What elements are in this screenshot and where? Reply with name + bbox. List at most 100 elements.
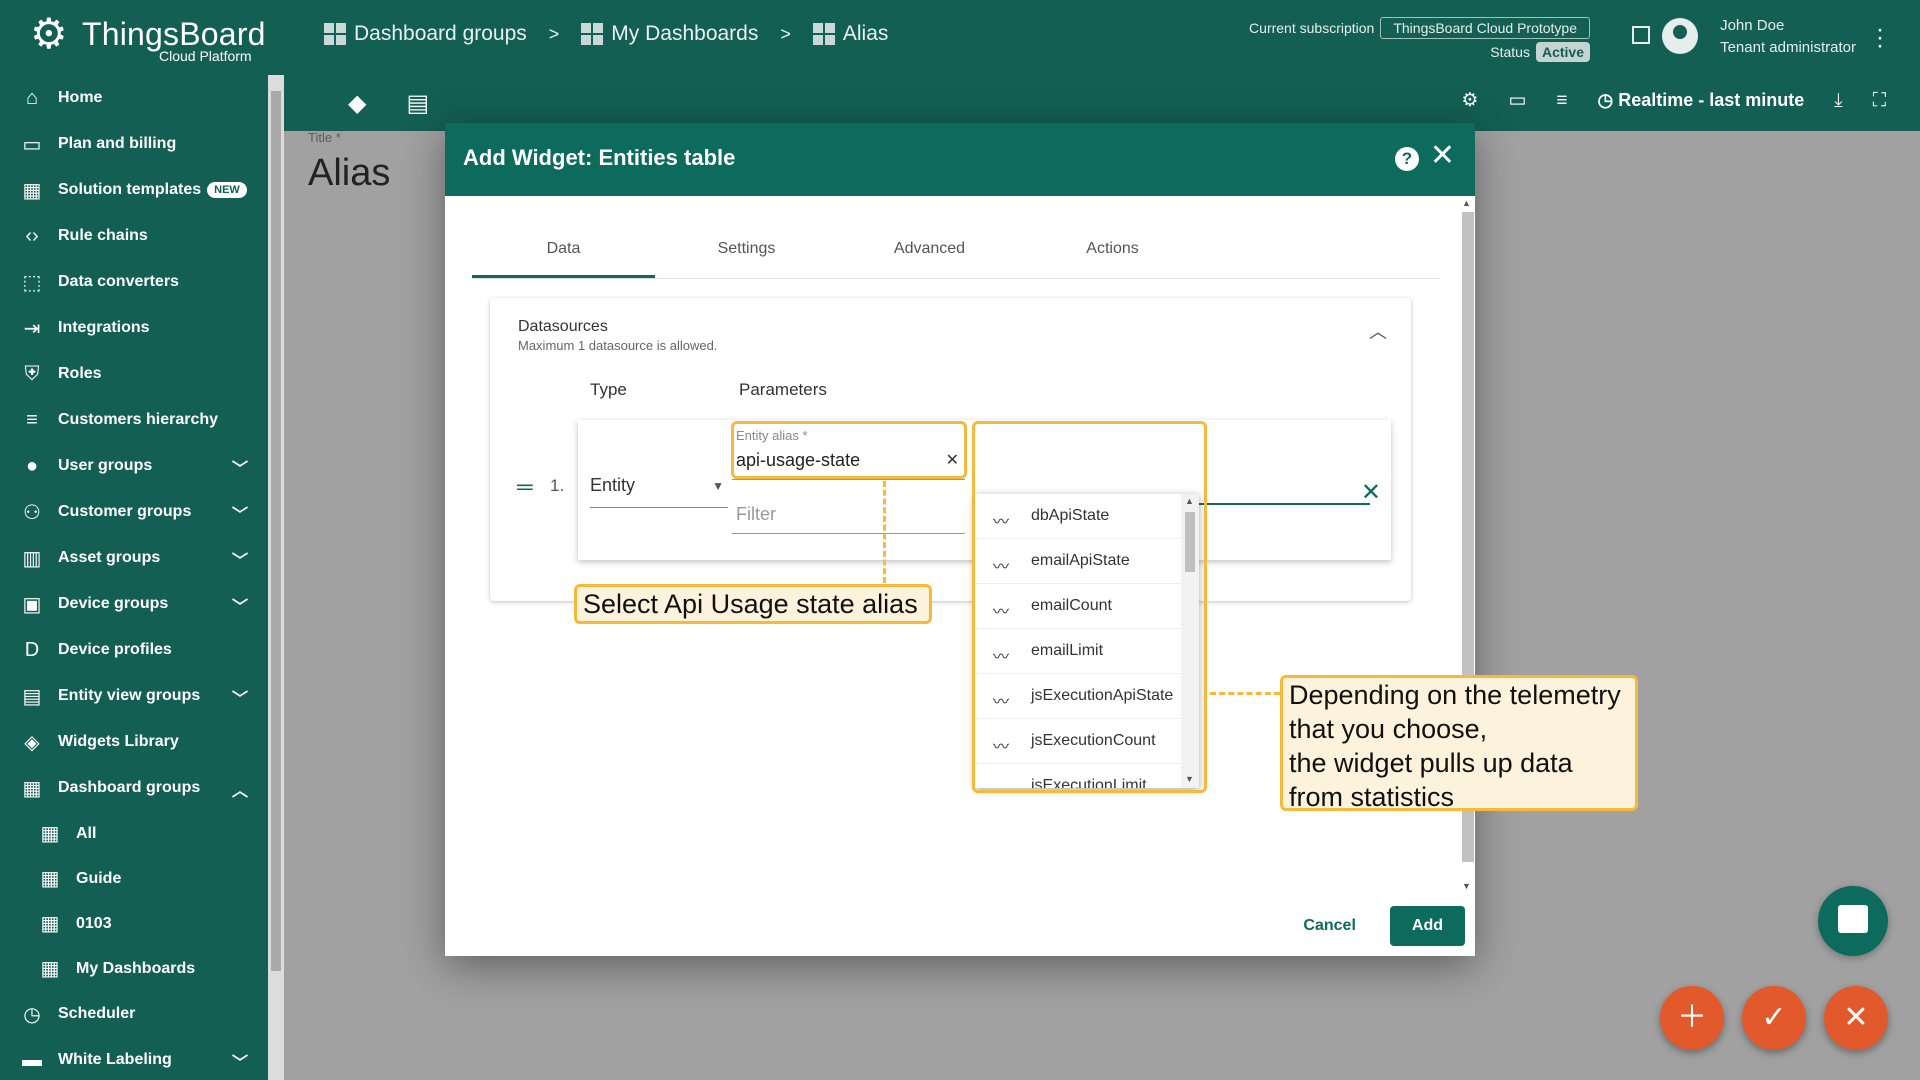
sidebar: ⌂ Home ▭ Plan and billing ▦ Solution template…: [0, 75, 268, 1080]
telemetry-callout: Depending on the telemetry that you choo…: [1280, 675, 1638, 812]
fullscreen-icon[interactable]: ⛶: [1873, 90, 1886, 112]
format-paint-icon: ▬: [22, 1048, 42, 1071]
sidebar-item-all[interactable]: ▦ All: [0, 811, 268, 856]
chevron-down-icon[interactable]: ﹀: [232, 685, 248, 709]
chevron-down-icon[interactable]: ﹀: [232, 547, 248, 571]
filter-icon[interactable]: ≡: [1556, 90, 1567, 112]
logo-subtitle: Cloud Platform: [159, 48, 252, 64]
filter-placeholder: Filter: [736, 504, 776, 524]
type-select[interactable]: Entity ▼: [590, 475, 728, 508]
sidebar-item-my-dashboards[interactable]: ▦ My Dashboards: [0, 946, 268, 991]
breadcrumb-alias: Alias: [812, 22, 888, 46]
chat-button[interactable]: [1818, 886, 1888, 956]
add-button[interactable]: Add: [1389, 906, 1465, 946]
sidebar-scrollbar[interactable]: [268, 75, 284, 1080]
dashboard-icon: [812, 23, 835, 45]
chevron-up-icon[interactable]: ︿: [1369, 318, 1387, 344]
sidebar-item-dashboard-groups[interactable]: ▦ Dashboard groups ︿: [0, 765, 268, 811]
account-icon: ●: [25, 454, 39, 477]
sidebar-item-user-groups[interactable]: ● User groups ﹀: [0, 443, 268, 489]
data-keys-input[interactable]: [1198, 503, 1370, 505]
sidebar-item-device-profiles[interactable]: D Device profiles: [0, 627, 268, 673]
chevron-down-icon[interactable]: ﹀: [232, 501, 248, 525]
user-info[interactable]: John Doe Tenant administrator: [1720, 15, 1856, 59]
sidebar-item-scheduler[interactable]: ◷ Scheduler: [0, 991, 268, 1037]
timewindow-button[interactable]: ◷ Realtime - last minute: [1598, 90, 1805, 111]
more-vert-icon[interactable]: · · ·: [1876, 18, 1884, 58]
sidebar-item-customer-groups[interactable]: ⚇ Customer groups ﹀: [0, 489, 268, 535]
breadcrumb-my-dashboards[interactable]: My Dashboards: [581, 22, 758, 46]
sidebar-item-label: Dashboard groups: [58, 779, 201, 796]
help-icon[interactable]: ?: [1395, 147, 1419, 171]
sidebar-item-white-labeling[interactable]: ▬ White Labeling ﹀: [0, 1037, 268, 1080]
cancel-fab[interactable]: ✕: [1824, 986, 1888, 1050]
layout-icon[interactable]: ▤: [406, 89, 429, 118]
dashboard-icon: [324, 23, 346, 45]
scroll-up-icon[interactable]: ▲: [1462, 198, 1471, 208]
logo[interactable]: ⚙ ThingsBoard Cloud Platform: [30, 12, 280, 65]
tab-actions[interactable]: Actions: [1021, 227, 1204, 278]
dashboard-icon: [581, 23, 604, 45]
tab-settings[interactable]: Settings: [655, 227, 838, 278]
close-icon[interactable]: ✕: [1430, 141, 1455, 171]
dashboard-icon: ▦: [40, 913, 60, 935]
datasources-title: Datasources: [518, 318, 608, 335]
sidebar-item-widgets-library[interactable]: ◈ Widgets Library: [0, 719, 268, 765]
drag-handle-icon[interactable]: ═: [517, 474, 533, 500]
row-index: 1.: [550, 476, 565, 495]
breadcrumb-separator: >: [780, 23, 791, 44]
settings-icon[interactable]: ⚙: [1461, 89, 1478, 112]
sidebar-item-label: Data converters: [58, 273, 179, 290]
apps-icon: ▦: [22, 179, 42, 202]
save-fab[interactable]: ✓: [1742, 986, 1806, 1050]
dashboard-icon: ▦: [22, 777, 42, 800]
layers-icon[interactable]: ◆: [348, 89, 366, 118]
sidebar-item-home[interactable]: ⌂ Home: [0, 75, 268, 121]
dashboard-icon: ▦: [40, 958, 60, 980]
scroll-down-icon[interactable]: ▼: [1462, 881, 1471, 891]
avatar[interactable]: [1662, 18, 1698, 54]
telemetry-callout-line: the widget pulls up data: [1289, 748, 1573, 778]
tab-advanced[interactable]: Advanced: [838, 227, 1021, 278]
sidebar-item-label: Rule chains: [58, 227, 148, 244]
sidebar-item-0103[interactable]: ▦ 0103: [0, 901, 268, 946]
breadcrumb-dashboard-groups[interactable]: Dashboard groups: [324, 22, 527, 46]
chevron-down-icon[interactable]: ﹀: [232, 593, 248, 617]
sidebar-item-asset-groups[interactable]: ▥ Asset groups ﹀: [0, 535, 268, 581]
status-label: Status: [1490, 44, 1530, 60]
alias-highlight: [731, 421, 967, 479]
sidebar-item-entity-view-groups[interactable]: ▤ Entity view groups ﹀: [0, 673, 268, 719]
sidebar-item-data-converters[interactable]: ⬚ Data converters: [0, 259, 268, 305]
download-icon[interactable]: ⤓: [1834, 90, 1842, 112]
chevron-down-icon[interactable]: ﹀: [232, 1049, 248, 1073]
sidebar-item-guide[interactable]: ▦ Guide: [0, 856, 268, 901]
sidebar-item-label: 0103: [76, 914, 112, 932]
sidebar-item-plan-and-billing[interactable]: ▭ Plan and billing: [0, 121, 268, 167]
subscription-plan[interactable]: ThingsBoard Cloud Prototype: [1380, 17, 1590, 39]
chevron-down-icon[interactable]: ﹀: [232, 455, 248, 479]
breadcrumb-separator: >: [548, 23, 560, 44]
sidebar-item-roles[interactable]: ⛨ Roles: [0, 351, 268, 397]
sort-icon: ≡: [26, 408, 38, 431]
sidebar-item-customers-hierarchy[interactable]: ≡ Customers hierarchy: [0, 397, 268, 443]
fullscreen-icon[interactable]: [1632, 26, 1650, 44]
add-widget-dialog: Add Widget: Entities table ? ✕ Data Sett…: [445, 123, 1475, 956]
sidebar-item-integrations[interactable]: ⇥ Integrations: [0, 305, 268, 351]
devices-icon[interactable]: ▭: [1508, 89, 1526, 112]
tab-data[interactable]: Data: [472, 227, 655, 278]
profile-icon: D: [24, 638, 40, 661]
add-widget-fab[interactable]: ＋: [1660, 986, 1724, 1050]
sidebar-item-label: Entity view groups: [58, 687, 201, 704]
sidebar-item-label: Widgets Library: [58, 733, 179, 750]
filter-field[interactable]: Filter: [732, 490, 965, 534]
sidebar-item-device-groups[interactable]: ▣ Device groups ﹀: [0, 581, 268, 627]
cancel-button[interactable]: Cancel: [1289, 907, 1369, 945]
sidebar-item-rule-chains[interactable]: ‹› Rule chains: [0, 213, 268, 259]
scrollbar-thumb[interactable]: [271, 91, 281, 971]
user-name: John Doe: [1720, 17, 1785, 34]
remove-datasource-icon[interactable]: ✕: [1361, 478, 1381, 507]
chevron-up-icon[interactable]: ︿: [232, 777, 248, 801]
sidebar-item-solution-templates[interactable]: ▦ Solution templates NEW: [0, 167, 268, 213]
type-select-value: Entity: [590, 475, 636, 495]
dialog-header: Add Widget: Entities table ? ✕: [445, 123, 1475, 196]
